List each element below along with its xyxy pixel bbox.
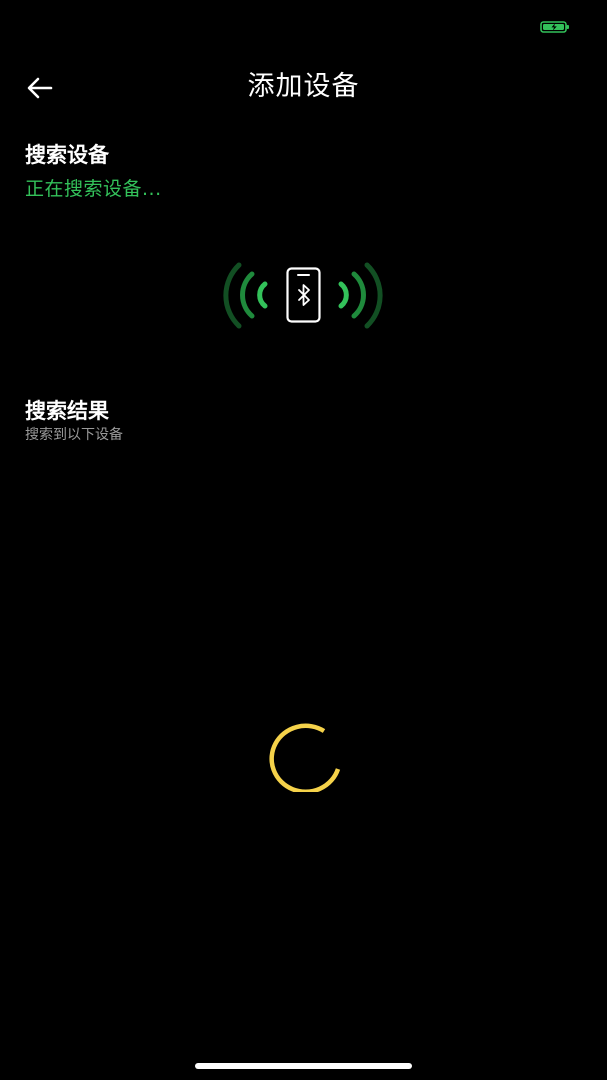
battery-charging-icon [540,21,569,33]
bluetooth-phone-icon [223,262,383,329]
search-results-title: 搜索结果 [25,399,109,423]
loading-spinner-icon [269,723,341,792]
search-devices-title: 搜索设备 [25,143,109,167]
app-header: 添加设备 [0,58,607,118]
home-indicator[interactable] [195,1063,412,1069]
searching-status-text: 正在搜索设备... [25,178,162,200]
page-title: 添加设备 [247,71,360,102]
search-results-subtitle: 搜索到以下设备 [25,427,123,443]
